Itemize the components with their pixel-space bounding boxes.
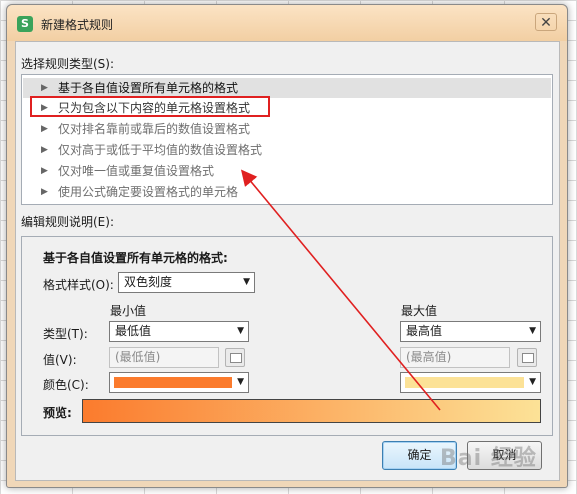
- type-label: 类型(T):: [43, 327, 88, 341]
- min-color-swatch: [114, 377, 232, 388]
- format-style-select[interactable]: 双色刻度 ▼: [118, 272, 255, 293]
- rule-type-label: 基于各自值设置所有单元格的格式: [58, 81, 239, 95]
- max-value-input[interactable]: (最高值): [400, 347, 510, 368]
- expand-arrow-icon: ▶: [41, 145, 48, 155]
- chevron-down-icon: ▼: [529, 377, 536, 387]
- range-picker-icon[interactable]: [225, 348, 245, 367]
- color-label: 颜色(C):: [43, 378, 89, 392]
- min-color-select[interactable]: ▼: [109, 372, 249, 393]
- expand-arrow-icon: ▶: [41, 124, 48, 134]
- max-type-select[interactable]: 最高值 ▼: [400, 321, 541, 342]
- chevron-down-icon: ▼: [529, 326, 536, 336]
- min-value-input[interactable]: (最低值): [109, 347, 219, 368]
- expand-arrow-icon: ▶: [41, 187, 48, 197]
- chevron-down-icon: ▼: [243, 277, 250, 287]
- red-highlight-annotation: [30, 96, 270, 117]
- watermark-text: Bai 经验: [440, 446, 537, 471]
- rule-type-label: 仅对唯一值或重复值设置格式: [58, 164, 215, 178]
- expand-arrow-icon: ▶: [41, 166, 48, 176]
- title-bar[interactable]: S 新建格式规则 ✕: [7, 5, 567, 41]
- max-type-value: 最高值: [406, 324, 443, 338]
- rule-type-label: 仅对高于或低于平均值的数值设置格式: [58, 143, 263, 157]
- close-icon[interactable]: ✕: [535, 13, 557, 31]
- min-type-select[interactable]: 最低值 ▼: [109, 321, 249, 342]
- max-color-select[interactable]: ▼: [400, 372, 541, 393]
- range-picker-icon[interactable]: [517, 348, 537, 367]
- expand-arrow-icon: ▶: [41, 83, 48, 93]
- chevron-down-icon: ▼: [237, 377, 244, 387]
- min-header: 最小值: [110, 304, 147, 318]
- rule-type-item[interactable]: ▶ 仅对唯一值或重复值设置格式: [23, 161, 551, 181]
- min-type-value: 最低值: [115, 324, 152, 338]
- format-style-value: 双色刻度: [124, 275, 173, 289]
- edit-rule-heading: 编辑规则说明(E):: [21, 215, 114, 229]
- rule-type-item[interactable]: ▶ 使用公式确定要设置格式的单元格: [23, 182, 551, 202]
- gradient-preview: [82, 399, 541, 423]
- max-header: 最大值: [401, 304, 438, 318]
- value-label: 值(V):: [43, 353, 77, 367]
- rule-type-label: 仅对排名靠前或靠后的数值设置格式: [58, 122, 251, 136]
- rule-type-item[interactable]: ▶ 仅对高于或低于平均值的数值设置格式: [23, 140, 551, 160]
- section-title: 基于各自值设置所有单元格的格式:: [43, 251, 228, 265]
- preview-label: 预览:: [43, 406, 72, 420]
- rule-type-item[interactable]: ▶ 基于各自值设置所有单元格的格式: [23, 78, 551, 98]
- rule-type-heading: 选择规则类型(S):: [21, 57, 115, 71]
- rule-type-list[interactable]: ▶ 基于各自值设置所有单元格的格式 ▶ 只为包含以下内容的单元格设置格式 ▶ 仅…: [21, 74, 553, 205]
- wps-app-icon: S: [17, 16, 33, 32]
- max-color-swatch: [405, 377, 524, 388]
- rule-type-label: 使用公式确定要设置格式的单元格: [58, 185, 239, 199]
- chevron-down-icon: ▼: [237, 326, 244, 336]
- dialog-title: 新建格式规则: [41, 18, 114, 32]
- format-style-label: 格式样式(O):: [43, 278, 114, 292]
- rule-type-item[interactable]: ▶ 仅对排名靠前或靠后的数值设置格式: [23, 119, 551, 139]
